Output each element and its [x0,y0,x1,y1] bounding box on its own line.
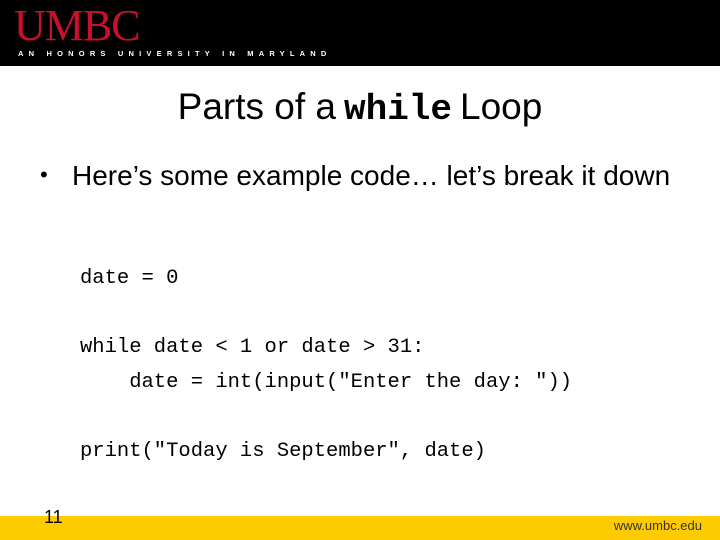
bullet-text: Here’s some example code… let’s break it… [72,160,671,191]
title-code-keyword: while [344,89,453,130]
tagline: AN HONORS UNIVERSITY IN MARYLAND [18,49,332,58]
header-banner: UMBC AN HONORS UNIVERSITY IN MARYLAND [0,0,720,66]
slide-title: Parts of a while Loop [0,86,720,130]
title-prefix: Parts of a [177,86,336,127]
umbc-logo: UMBC [14,1,141,50]
code-block: date = 0 while date < 1 or date > 31: da… [80,262,572,469]
title-suffix: Loop [460,86,543,127]
bullet-icon: • [40,162,48,187]
code-line: print("Today is September", date) [80,439,486,463]
code-line: while date < 1 or date > 31: [80,336,425,359]
page-number: 11 [44,507,63,527]
bullet-item: • Here’s some example code… let’s break i… [40,160,670,192]
code-line: date = 0 [80,267,179,290]
footer-bar [0,516,720,540]
code-line: date = int(input("Enter the day: ")) [80,370,573,394]
footer-url: www.umbc.edu [613,518,702,533]
